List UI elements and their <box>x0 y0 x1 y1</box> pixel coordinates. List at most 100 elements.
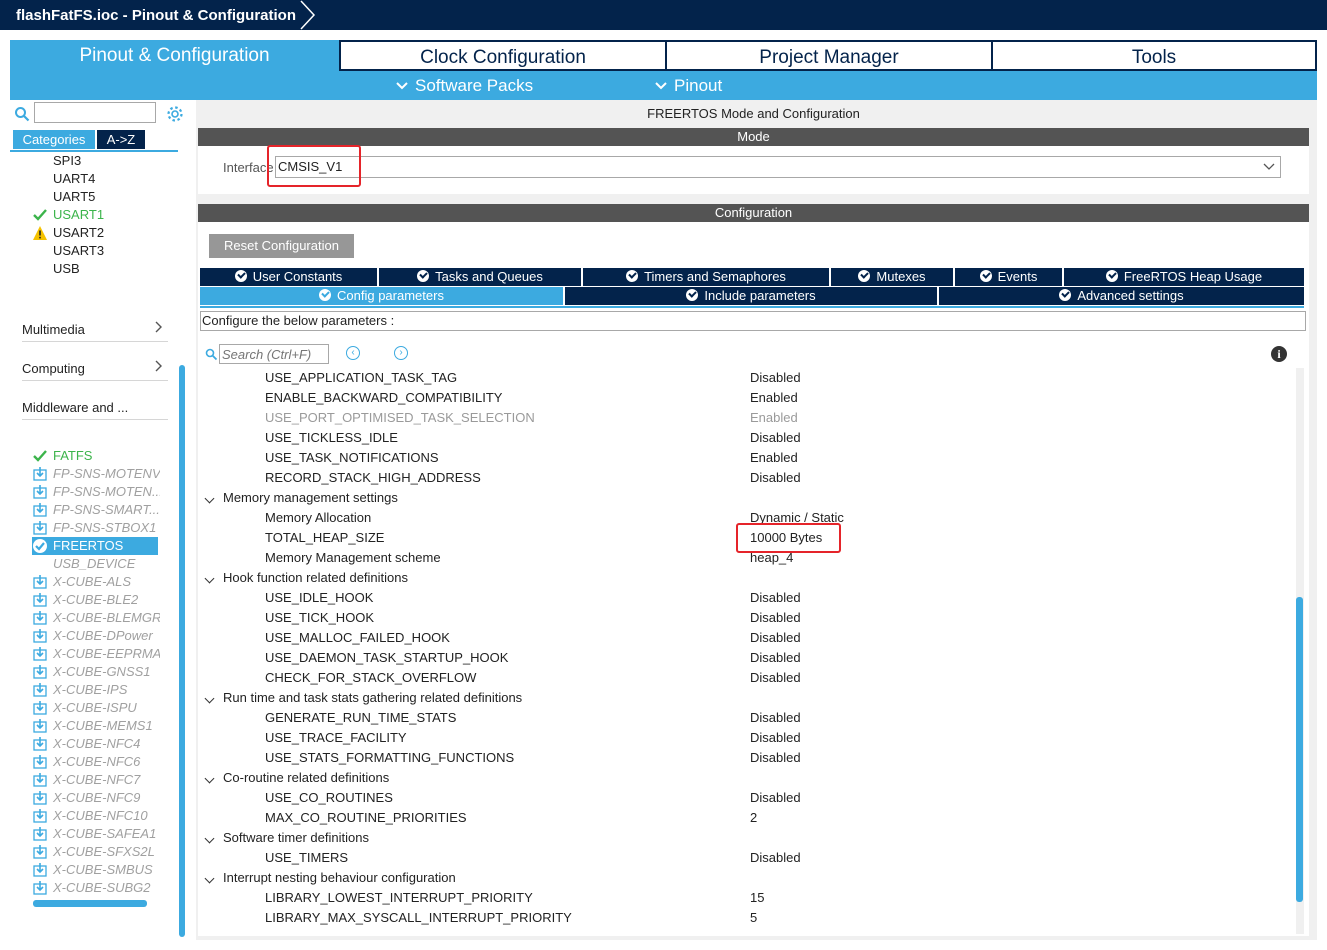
tab-pinout-configuration[interactable]: Pinout & Configuration <box>10 40 339 71</box>
param-row[interactable]: RECORD_STACK_HIGH_ADDRESS Disabled <box>198 468 1294 488</box>
param-value[interactable]: 2 <box>750 808 757 828</box>
category-item-uart5[interactable]: UART5 <box>10 188 160 206</box>
param-row[interactable]: GENERATE_RUN_TIME_STATS Disabled <box>198 708 1294 728</box>
category-item-x-cube-mems1[interactable]: X-CUBE-MEMS1 <box>10 717 160 735</box>
param-value[interactable]: Disabled <box>750 788 801 808</box>
param-row[interactable]: USE_IDLE_HOOK Disabled <box>198 588 1294 608</box>
param-search-input[interactable] <box>219 344 329 364</box>
category-item-x-cube-nfc9[interactable]: X-CUBE-NFC9 <box>10 789 160 807</box>
category-item-freertos[interactable]: FREERTOS <box>32 537 158 555</box>
section-header[interactable]: Run time and task stats gathering relate… <box>198 688 1294 708</box>
next-match-icon[interactable]: › <box>394 346 408 360</box>
tab-mutexes[interactable]: Mutexes <box>831 268 953 286</box>
category-item-x-cube-dpower[interactable]: X-CUBE-DPower <box>10 627 160 645</box>
section-header[interactable]: Interrupt nesting behaviour configuratio… <box>198 868 1294 888</box>
param-value[interactable]: Enabled <box>750 408 798 428</box>
tab-categories[interactable]: Categories <box>13 130 95 149</box>
category-item-fp-sns-smart[interactable]: FP-SNS-SMART... <box>10 501 160 519</box>
param-row[interactable]: USE_PORT_OPTIMISED_TASK_SELECTION Enabled <box>198 408 1294 428</box>
group-computing[interactable]: Computing <box>22 357 168 381</box>
category-item-x-cube-nfc7[interactable]: X-CUBE-NFC7 <box>10 771 160 789</box>
param-value[interactable]: Disabled <box>750 708 801 728</box>
param-row[interactable]: USE_CO_ROUTINES Disabled <box>198 788 1294 808</box>
category-item-x-cube-als[interactable]: X-CUBE-ALS <box>10 573 160 591</box>
category-item-spi3[interactable]: SPI3 <box>10 152 160 170</box>
gear-icon[interactable] <box>166 105 184 123</box>
category-item-x-cube-nfc6[interactable]: X-CUBE-NFC6 <box>10 753 160 771</box>
param-value[interactable]: 15 <box>750 888 764 908</box>
expand-chevron-icon[interactable] <box>204 773 215 784</box>
param-value[interactable]: Disabled <box>750 648 801 668</box>
category-item-x-cube-sfxs2l[interactable]: X-CUBE-SFXS2L <box>10 843 160 861</box>
param-row[interactable]: USE_APPLICATION_TASK_TAG Disabled <box>198 368 1294 388</box>
category-item-usb[interactable]: USB <box>10 260 160 278</box>
group-middleware-and[interactable]: Middleware and ... <box>22 396 168 420</box>
category-item-x-cube-blemgr[interactable]: X-CUBE-BLEMGR <box>10 609 160 627</box>
section-header[interactable]: Memory management settings <box>198 488 1294 508</box>
param-value[interactable]: Enabled <box>750 448 798 468</box>
sidebar-search-input[interactable] <box>34 102 156 123</box>
category-item-fp-sns-moten[interactable]: FP-SNS-MOTEN... <box>10 483 160 501</box>
section-header[interactable]: Software timer definitions <box>198 828 1294 848</box>
interface-select[interactable]: CMSIS_V1 <box>275 156 1281 178</box>
previous-match-icon[interactable]: ‹ <box>346 346 360 360</box>
category-item-x-cube-ble2[interactable]: X-CUBE-BLE2 <box>10 591 160 609</box>
param-row[interactable]: USE_TRACE_FACILITY Disabled <box>198 728 1294 748</box>
param-value[interactable]: Disabled <box>750 608 801 628</box>
tab-events[interactable]: Events <box>955 268 1062 286</box>
tab-advanced-settings[interactable]: Advanced settings <box>939 287 1304 305</box>
param-row[interactable]: ENABLE_BACKWARD_COMPATIBILITY Enabled <box>198 388 1294 408</box>
sidebar-horizontal-scrollbar[interactable] <box>33 900 147 907</box>
param-value[interactable]: Disabled <box>750 628 801 648</box>
tab-freertos-heap-usage[interactable]: FreeRTOS Heap Usage <box>1064 268 1304 286</box>
param-row[interactable]: USE_TIMERS Disabled <box>198 848 1294 868</box>
expand-chevron-icon[interactable] <box>204 573 215 584</box>
software-packs-menu[interactable]: Software Packs <box>395 71 533 100</box>
param-value[interactable]: Disabled <box>750 848 801 868</box>
expand-chevron-icon[interactable] <box>204 493 215 504</box>
param-row[interactable]: USE_TICK_HOOK Disabled <box>198 608 1294 628</box>
category-item-usart1[interactable]: USART1 <box>10 206 160 224</box>
param-row[interactable]: USE_STATS_FORMATTING_FUNCTIONS Disabled <box>198 748 1294 768</box>
category-item-x-cube-smbus[interactable]: X-CUBE-SMBUS <box>10 861 160 879</box>
group-multimedia[interactable]: Multimedia <box>22 318 168 342</box>
section-header[interactable]: Co-routine related definitions <box>198 768 1294 788</box>
expand-chevron-icon[interactable] <box>204 693 215 704</box>
section-header[interactable]: Hook function related definitions <box>198 568 1294 588</box>
tab-clock-configuration[interactable]: Clock Configuration <box>339 40 665 71</box>
param-row[interactable]: USE_TASK_NOTIFICATIONS Enabled <box>198 448 1294 468</box>
category-item-x-cube-gnss1[interactable]: X-CUBE-GNSS1 <box>10 663 160 681</box>
param-value[interactable]: Disabled <box>750 748 801 768</box>
param-value[interactable]: Disabled <box>750 588 801 608</box>
category-item-fp-sns-stbox1[interactable]: FP-SNS-STBOX1 <box>10 519 160 537</box>
param-value[interactable]: Enabled <box>750 388 798 408</box>
category-item-fp-sns-motenv[interactable]: FP-SNS-MOTENV <box>10 465 160 483</box>
param-row[interactable]: USE_MALLOC_FAILED_HOOK Disabled <box>198 628 1294 648</box>
param-row[interactable]: CHECK_FOR_STACK_OVERFLOW Disabled <box>198 668 1294 688</box>
category-item-x-cube-eeprma[interactable]: X-CUBE-EEPRMA <box>10 645 160 663</box>
category-item-usart3[interactable]: USART3 <box>10 242 160 260</box>
expand-chevron-icon[interactable] <box>204 833 215 844</box>
category-item-usart2[interactable]: USART2 <box>10 224 160 242</box>
info-icon[interactable]: i <box>1271 346 1287 362</box>
category-item-x-cube-ips[interactable]: X-CUBE-IPS <box>10 681 160 699</box>
category-item-x-cube-safea1[interactable]: X-CUBE-SAFEA1 <box>10 825 160 843</box>
tab-user-constants[interactable]: User Constants <box>200 268 377 286</box>
param-value[interactable]: Disabled <box>750 668 801 688</box>
param-value[interactable]: Disabled <box>750 428 801 448</box>
param-value[interactable]: Disabled <box>750 728 801 748</box>
param-value[interactable]: 5 <box>750 908 757 928</box>
tab-timers-and-semaphores[interactable]: Timers and Semaphores <box>583 268 829 286</box>
tab-include-parameters[interactable]: Include parameters <box>565 287 937 305</box>
expand-chevron-icon[interactable] <box>204 873 215 884</box>
category-item-fatfs[interactable]: FATFS <box>10 447 160 465</box>
tab-tools[interactable]: Tools <box>991 40 1317 71</box>
param-value[interactable]: Disabled <box>750 368 801 388</box>
param-scrollbar[interactable] <box>1296 597 1303 902</box>
reset-configuration-button[interactable]: Reset Configuration <box>209 234 354 258</box>
param-row[interactable]: MAX_CO_ROUTINE_PRIORITIES 2 <box>198 808 1294 828</box>
pinout-menu[interactable]: Pinout <box>654 71 722 100</box>
param-row[interactable]: LIBRARY_MAX_SYSCALL_INTERRUPT_PRIORITY 5 <box>198 908 1294 928</box>
param-row[interactable]: USE_TICKLESS_IDLE Disabled <box>198 428 1294 448</box>
tab-a-z[interactable]: A->Z <box>97 130 145 149</box>
